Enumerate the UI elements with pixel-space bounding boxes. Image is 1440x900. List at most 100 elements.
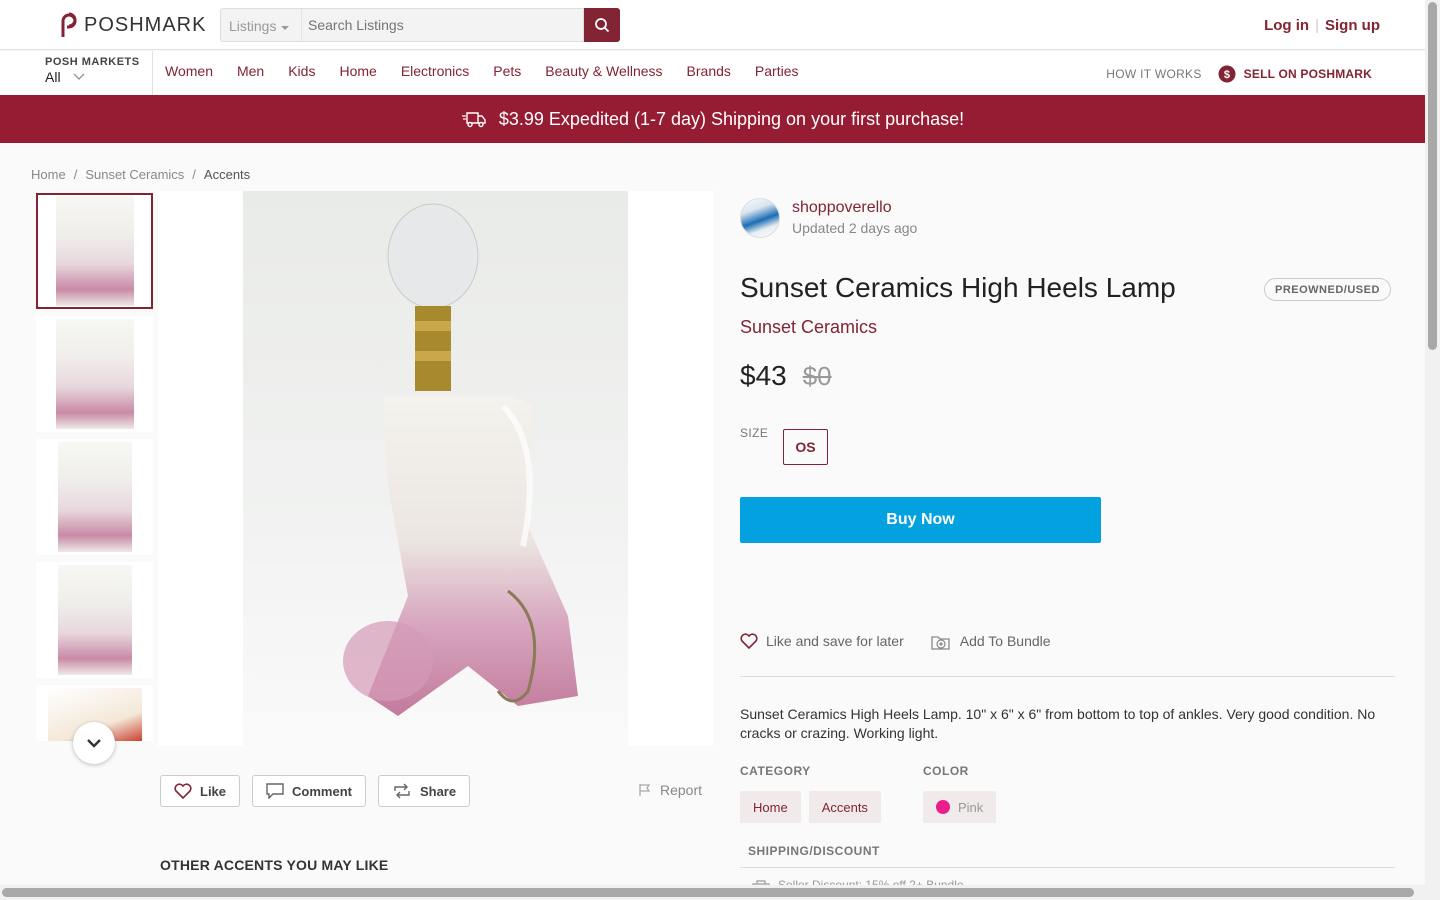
thumbnail-image [55,319,134,429]
nav-kids[interactable]: Kids [288,63,315,79]
search-bar: Listings [220,8,620,42]
category-nav: POSH MARKETS All Women Men Kids Home Ele… [0,51,1425,95]
poshmark-logo[interactable]: POSHMARK [56,12,206,38]
logo-text: POSHMARK [84,13,207,36]
search-input[interactable] [301,8,584,42]
vertical-scroll-thumb[interactable] [1428,2,1437,350]
seller-avatar[interactable] [740,198,780,238]
breadcrumb-current: Accents [203,167,251,182]
thumbnail-1[interactable] [36,193,153,309]
report-link[interactable]: Report [638,782,702,798]
nav-parties[interactable]: Parties [755,63,799,79]
breadcrumb-separator: / [73,167,78,182]
comment-button[interactable]: Comment [252,775,366,807]
search-scope-label: Listings [229,18,277,34]
category-links: Women Men Kids Home Electronics Pets Bea… [165,63,822,79]
nav-brands[interactable]: Brands [687,63,731,79]
seller-updated: Updated 2 days ago [792,220,918,236]
breadcrumb-brand[interactable]: Sunset Ceramics [85,167,184,182]
thumbnail-4[interactable] [36,562,153,678]
signup-link[interactable]: Sign up [1325,17,1380,34]
share-icon [394,783,410,799]
breadcrumb-separator: / [192,167,196,182]
size-label: SIZE [740,426,769,440]
search-scope-select[interactable]: Listings [220,8,301,42]
horizontal-scrollbar[interactable] [0,885,1425,900]
promo-text: $3.99 Expedited (1-7 day) Shipping on yo… [498,108,965,129]
comment-label: Comment [292,783,352,799]
thumbnail-carousel [36,193,153,741]
caret-down-icon [281,26,290,30]
promo-banner[interactable]: $3.99 Expedited (1-7 day) Shipping on yo… [0,95,1425,143]
size-option[interactable]: OS [783,429,828,465]
site-header: POSHMARK Listings Log in | Sign up [0,0,1425,50]
share-button[interactable]: Share [377,775,471,807]
bundle-add-icon [931,636,950,650]
divider [740,676,1395,677]
listing-brand-link[interactable]: Sunset Ceramics [740,317,877,338]
condition-badge: PREOWNED/USED [1264,278,1391,301]
buy-now-button[interactable]: Buy Now [740,497,1101,543]
save-actions: Like and save for later Add To Bundle [740,632,1051,650]
lamp-photo [243,191,628,746]
seller-username[interactable]: shoppoverello [792,199,917,217]
like-label: Like [200,783,227,799]
posh-markets-value: All [45,69,61,85]
color-chip-pink[interactable]: Pink [923,791,997,823]
nav-pets[interactable]: Pets [493,63,521,79]
posh-markets-selector[interactable]: POSH MARKETS All [0,51,153,95]
flag-icon [639,784,651,796]
thumbnail-image [57,442,132,552]
add-to-bundle-button[interactable]: Add To Bundle [930,632,1051,650]
delivery-truck-icon [461,112,486,128]
category-chip-accents[interactable]: Accents [808,791,881,823]
sell-on-poshmark-link[interactable]: $ SELL ON POSHMARK [1218,64,1372,84]
share-label: Share [419,783,457,799]
color-label: COLOR [923,764,969,778]
sell-label: SELL ON POSHMARK [1243,67,1372,81]
price-block: $43 $0 [740,360,832,392]
add-bundle-label: Add To Bundle [959,633,1051,649]
like-save-button[interactable]: Like and save for later [740,632,904,650]
search-button[interactable] [584,8,620,42]
nav-home[interactable]: Home [339,63,376,79]
auth-separator: | [1315,17,1319,34]
like-button[interactable]: Like [160,775,241,807]
report-label: Report [660,782,703,798]
horizontal-scroll-thumb[interactable] [2,888,1414,897]
color-name: Pink [958,799,984,815]
nav-electronics[interactable]: Electronics [401,63,469,79]
listing-title: Sunset Ceramics High Heels Lamp [740,272,1176,303]
breadcrumb-home[interactable]: Home [31,167,66,182]
comment-icon [266,783,284,799]
other-accents-heading: OTHER ACCENTS YOU MAY LIKE [160,857,389,873]
chevron-down-icon [87,739,101,748]
main-product-image[interactable] [158,191,713,746]
category-chip-home[interactable]: Home [740,791,801,823]
thumbnail-image [57,565,132,675]
nav-men[interactable]: Men [237,63,264,79]
seller-info: shoppoverello Updated 2 days ago [740,198,917,238]
poshmark-logo-icon [61,12,77,37]
social-actions: Like Comment Share [160,775,471,807]
category-chips: Home Accents [740,791,881,823]
breadcrumb: Home / Sunset Ceramics / Accents [31,167,250,182]
heart-icon [174,783,192,799]
listing-price: $43 [740,360,787,391]
dollar-coin-icon: $ [1218,65,1236,83]
nav-beauty-wellness[interactable]: Beauty & Wellness [545,63,662,79]
auth-links: Log in | Sign up [1264,17,1380,34]
heart-icon [740,633,758,649]
svg-text:$: $ [1224,69,1230,81]
category-label: CATEGORY [740,764,811,778]
thumbnail-3[interactable] [36,439,153,555]
posh-markets-label: POSH MARKETS [45,56,140,68]
nav-women[interactable]: Women [165,63,213,79]
thumbnail-scroll-down-button[interactable] [73,722,115,764]
login-link[interactable]: Log in [1264,17,1309,34]
original-price: $0 [802,361,832,391]
thumbnail-2[interactable] [36,316,153,432]
vertical-scrollbar[interactable] [1425,0,1440,900]
like-save-label: Like and save for later [766,633,904,649]
how-it-works-link[interactable]: HOW IT WORKS [1106,67,1201,81]
